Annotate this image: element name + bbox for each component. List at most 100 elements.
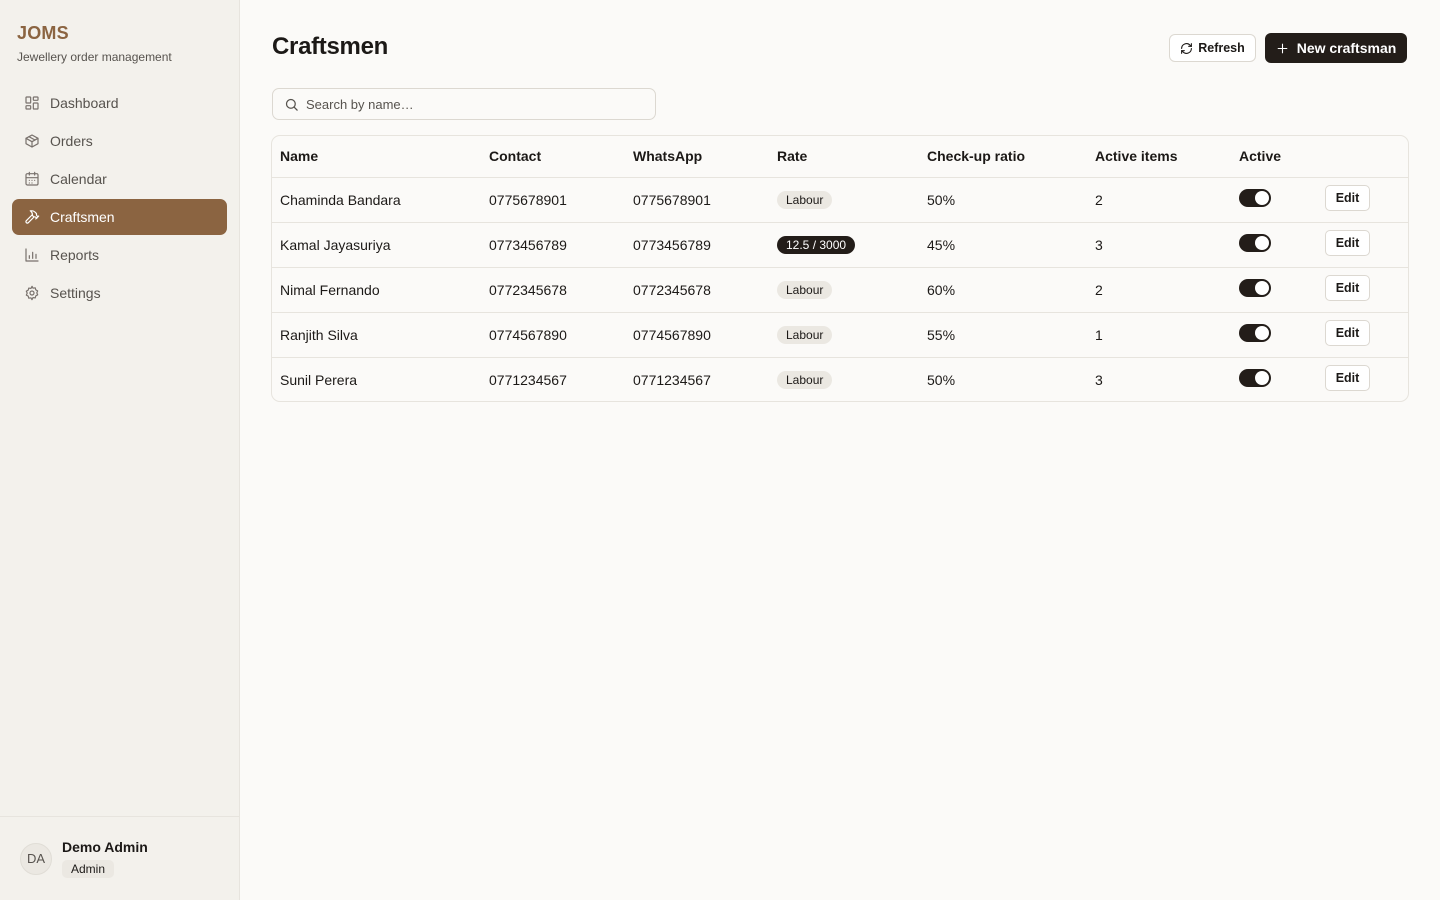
dashboard-icon bbox=[25, 96, 39, 110]
active-items-count: 2 bbox=[1087, 267, 1231, 313]
rate-badge: 12.5 / 3000 bbox=[777, 235, 856, 254]
column-header-actions bbox=[1317, 136, 1408, 178]
whatsapp-number: 0772345678 bbox=[625, 267, 769, 313]
column-header-name[interactable]: Name bbox=[272, 136, 481, 178]
actions-cell: Edit bbox=[1317, 267, 1408, 313]
sidebar-item-reports[interactable]: Reports bbox=[12, 237, 227, 273]
table-row: Nimal Fernando 0772345678 0772345678 Lab… bbox=[272, 267, 1408, 313]
sidebar-item-dashboard[interactable]: Dashboard bbox=[12, 85, 227, 121]
checkup-ratio: 55% bbox=[919, 312, 1087, 358]
brand-title: JOMS bbox=[17, 23, 69, 43]
user-name: Demo Admin bbox=[62, 839, 148, 855]
hammer-icon bbox=[25, 210, 40, 224]
column-header-contact[interactable]: Contact bbox=[481, 136, 625, 178]
active-toggle[interactable] bbox=[1239, 188, 1271, 207]
sidebar-item-orders[interactable]: Orders bbox=[12, 123, 227, 159]
page-title: Craftsmen bbox=[272, 33, 388, 60]
sidebar: JOMS Jewellery order management Dashboar… bbox=[0, 0, 240, 900]
avatar: DA bbox=[20, 842, 52, 875]
active-toggle[interactable] bbox=[1239, 278, 1271, 297]
active-toggle[interactable] bbox=[1239, 323, 1271, 342]
sidebar-nav: Dashboard Orders Calendar Craftsmen Repo… bbox=[12, 85, 227, 313]
edit-button[interactable]: Edit bbox=[1325, 229, 1370, 256]
edit-button[interactable]: Edit bbox=[1325, 319, 1370, 346]
main-content: Craftsmen Refresh New craftsman Name Con… bbox=[240, 0, 1440, 900]
contact-number: 0775678901 bbox=[481, 177, 625, 223]
craftsman-name: Nimal Fernando bbox=[272, 267, 481, 313]
refresh-icon bbox=[1181, 42, 1193, 54]
rate-cell: Labour bbox=[769, 177, 919, 223]
table-row: Ranjith Silva 0774567890 0774567890 Labo… bbox=[272, 312, 1408, 358]
checkup-ratio: 50% bbox=[919, 177, 1087, 223]
table-header-row: Name Contact WhatsApp Rate Check-up rati… bbox=[272, 136, 1408, 178]
plus-icon bbox=[1277, 43, 1288, 53]
rate-cell: Labour bbox=[769, 267, 919, 313]
sidebar-item-label: Dashboard bbox=[50, 95, 119, 111]
active-cell bbox=[1231, 312, 1317, 358]
table-row: Kamal Jayasuriya 0773456789 0773456789 1… bbox=[272, 222, 1408, 268]
table-row: Sunil Perera 0771234567 0771234567 Labou… bbox=[272, 357, 1408, 401]
gear-icon bbox=[25, 285, 39, 301]
column-header-whatsapp[interactable]: WhatsApp bbox=[625, 136, 769, 178]
search-box bbox=[272, 88, 656, 120]
contact-number: 0771234567 bbox=[489, 371, 567, 388]
contact-number: 0773456789 bbox=[481, 222, 625, 268]
rate-badge: Labour bbox=[777, 280, 833, 299]
sidebar-item-label: Craftsmen bbox=[50, 209, 115, 225]
contact-number: 0772345678 bbox=[481, 267, 625, 313]
actions-cell: Edit bbox=[1317, 312, 1408, 358]
rate-cell: Labour bbox=[769, 312, 919, 358]
actions-cell: Edit bbox=[1317, 357, 1408, 401]
column-header-active-items[interactable]: Active items bbox=[1087, 136, 1231, 178]
column-header-rate[interactable]: Rate bbox=[769, 136, 919, 178]
new-craftsman-button[interactable]: New craftsman bbox=[1265, 33, 1407, 63]
sidebar-item-craftsmen[interactable]: Craftsmen bbox=[12, 199, 227, 235]
craftsman-name: Chaminda Bandara bbox=[272, 177, 481, 223]
edit-button[interactable]: Edit bbox=[1325, 184, 1370, 211]
calendar-icon bbox=[25, 171, 39, 186]
active-cell bbox=[1231, 267, 1317, 313]
sidebar-item-label: Reports bbox=[50, 247, 100, 263]
user-role-badge: Admin bbox=[62, 860, 115, 878]
refresh-label: Refresh bbox=[1198, 41, 1245, 55]
edit-button[interactable]: Edit bbox=[1325, 274, 1370, 301]
column-header-active[interactable]: Active bbox=[1231, 136, 1317, 178]
search-input[interactable] bbox=[306, 96, 636, 112]
craftsmen-table: Name Contact WhatsApp Rate Check-up rati… bbox=[271, 135, 1409, 402]
user-panel[interactable]: DA Demo Admin Admin bbox=[0, 816, 239, 900]
rate-badge: Labour bbox=[777, 370, 833, 389]
contact-number: 0774567890 bbox=[481, 312, 625, 358]
checkup-ratio: 50% bbox=[927, 371, 956, 388]
active-items-count: 1 bbox=[1087, 312, 1231, 358]
active-cell bbox=[1231, 357, 1317, 401]
whatsapp-number: 0774567890 bbox=[625, 312, 769, 358]
active-cell bbox=[1231, 222, 1317, 268]
actions-cell: Edit bbox=[1317, 222, 1408, 268]
active-toggle[interactable] bbox=[1239, 369, 1271, 388]
active-items-count: 3 bbox=[1087, 222, 1231, 268]
checkup-ratio: 60% bbox=[919, 267, 1087, 313]
rate-badge: Labour bbox=[777, 325, 833, 344]
craftsman-name: Kamal Jayasuriya bbox=[272, 222, 481, 268]
edit-button[interactable]: Edit bbox=[1325, 364, 1370, 391]
sidebar-item-calendar[interactable]: Calendar bbox=[12, 161, 227, 197]
whatsapp-number: 0773456789 bbox=[625, 222, 769, 268]
rate-badge: Labour bbox=[777, 190, 833, 209]
search-icon bbox=[285, 98, 298, 111]
bar-chart-icon bbox=[25, 248, 39, 262]
sidebar-item-label: Calendar bbox=[50, 171, 107, 187]
craftsman-name: Ranjith Silva bbox=[272, 312, 481, 358]
table-row: Chaminda Bandara 0775678901 0775678901 L… bbox=[272, 177, 1408, 223]
package-icon bbox=[25, 134, 39, 148]
rate-cell: 12.5 / 3000 bbox=[769, 222, 919, 268]
whatsapp-number: 0775678901 bbox=[625, 177, 769, 223]
column-header-checkup-ratio[interactable]: Check-up ratio bbox=[919, 136, 1087, 178]
refresh-button[interactable]: Refresh bbox=[1169, 34, 1256, 62]
new-craftsman-label: New craftsman bbox=[1296, 40, 1397, 56]
active-toggle[interactable] bbox=[1239, 233, 1271, 252]
sidebar-item-label: Orders bbox=[50, 133, 93, 149]
sidebar-item-settings[interactable]: Settings bbox=[12, 275, 227, 311]
actions-cell: Edit bbox=[1317, 177, 1408, 223]
checkup-ratio: 45% bbox=[919, 222, 1087, 268]
active-items-count: 3 bbox=[1095, 371, 1103, 388]
